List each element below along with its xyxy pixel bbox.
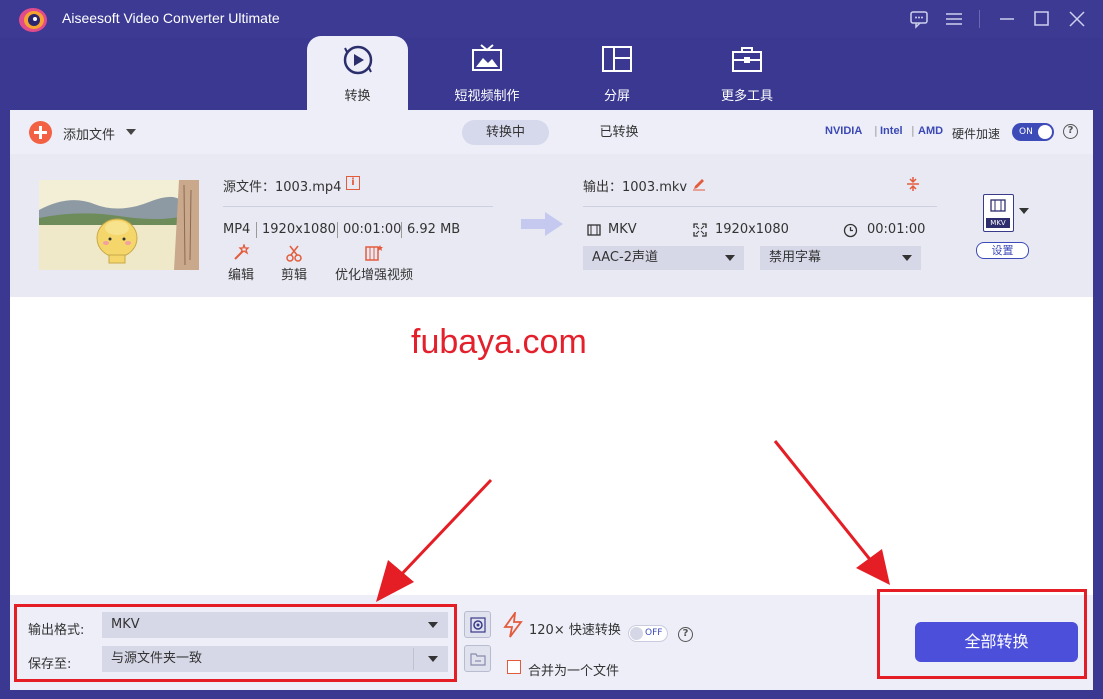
annotation-arrow-right [773,440,890,585]
annotation-arrow-left [376,478,493,602]
annotation-arrows [376,440,890,602]
